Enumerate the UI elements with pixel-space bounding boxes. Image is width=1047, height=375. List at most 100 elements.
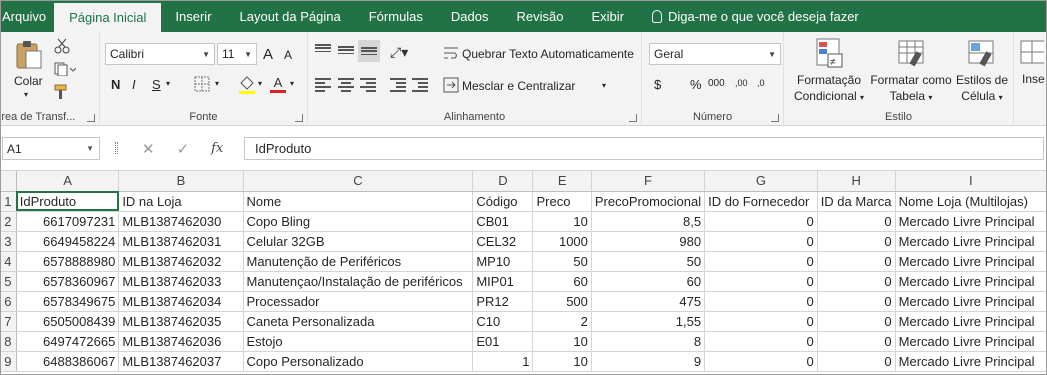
enter-icon[interactable]: ✓ xyxy=(177,140,190,158)
cell[interactable]: Nome Loja (Multilojas) xyxy=(895,191,1047,212)
cell[interactable]: 0 xyxy=(817,251,896,272)
cell[interactable]: 6578349675 xyxy=(16,291,120,312)
cell[interactable]: E01 xyxy=(472,331,534,352)
cell[interactable]: 50 xyxy=(591,251,706,272)
cell[interactable]: MLB1387462033 xyxy=(118,271,244,292)
orientation-button[interactable]: ⤢▾ xyxy=(390,44,408,61)
conditional-formatting-button[interactable]: Formatação Condicional ▾ xyxy=(784,72,874,106)
cell[interactable]: 6497472665 xyxy=(16,331,120,352)
tab-arquivo[interactable]: Arquivo xyxy=(0,0,54,32)
cell[interactable]: 2 xyxy=(532,311,592,332)
row-header[interactable]: 9 xyxy=(0,351,17,372)
cell[interactable]: PR12 xyxy=(472,291,534,312)
cell[interactable]: MLB1387462030 xyxy=(118,211,244,232)
percent-button[interactable]: % xyxy=(690,77,702,92)
cell[interactable]: 0 xyxy=(817,271,896,292)
cell-styles-button[interactable]: Estilos de Célula ▾ xyxy=(944,72,1020,106)
row-header[interactable]: 4 xyxy=(0,251,17,272)
align-middle-button[interactable] xyxy=(338,46,354,54)
cell[interactable]: Nome xyxy=(243,191,474,212)
column-header-c[interactable]: C xyxy=(243,171,474,192)
tab-layout-da-pagina[interactable]: Layout da Página xyxy=(226,0,355,32)
row-header[interactable]: 8 xyxy=(0,331,17,352)
cell[interactable]: MLB1387462035 xyxy=(118,311,244,332)
formula-bar-grip[interactable] xyxy=(115,142,118,154)
cell[interactable]: 1,55 xyxy=(591,311,706,332)
cell[interactable]: 0 xyxy=(704,271,818,292)
cell[interactable]: 6578360967 xyxy=(16,271,120,292)
cell[interactable]: Manutenção de Periféricos xyxy=(243,251,474,272)
name-box[interactable]: A1 ▼ xyxy=(2,137,100,160)
cell[interactable]: 8 xyxy=(591,331,706,352)
column-header-d[interactable]: D xyxy=(472,171,534,192)
wrap-text-button[interactable] xyxy=(443,46,459,60)
cell[interactable]: 0 xyxy=(817,351,896,372)
cell[interactable]: 50 xyxy=(532,251,592,272)
cell[interactable]: PrecoPromocional xyxy=(591,191,706,212)
cell[interactable]: MP10 xyxy=(472,251,534,272)
shrink-font-button[interactable]: A xyxy=(284,48,292,62)
cell[interactable]: 0 xyxy=(704,351,818,372)
wrap-text-label[interactable]: Quebrar Texto Automaticamente xyxy=(462,47,634,61)
cell[interactable]: 0 xyxy=(704,251,818,272)
cell[interactable]: Manutençao/Instalação de periféricos xyxy=(243,271,474,292)
cell[interactable]: 0 xyxy=(817,231,896,252)
cell[interactable]: Mercado Livre Principal xyxy=(895,291,1047,312)
cell[interactable]: 6649458224 xyxy=(16,231,120,252)
cell[interactable]: MLB1387462031 xyxy=(118,231,244,252)
align-right-button[interactable] xyxy=(360,78,376,92)
cell[interactable]: Celular 32GB xyxy=(243,231,474,252)
cell[interactable]: MIP01 xyxy=(472,271,534,292)
cell[interactable]: 6617097231 xyxy=(16,211,120,232)
paste-button[interactable] xyxy=(14,40,44,70)
insert-button[interactable]: Inse xyxy=(1022,72,1045,86)
cell[interactable]: Mercado Livre Principal xyxy=(895,311,1047,332)
cell[interactable]: MLB1387462037 xyxy=(118,351,244,372)
decrease-indent-button[interactable] xyxy=(390,78,406,92)
cell[interactable]: 6578888980 xyxy=(16,251,120,272)
tab-dados[interactable]: Dados xyxy=(437,0,503,32)
cell[interactable]: 1000 xyxy=(532,231,592,252)
column-header-e[interactable]: E xyxy=(532,171,592,192)
cell[interactable]: ID na Loja xyxy=(118,191,244,212)
tab-inserir[interactable]: Inserir xyxy=(161,0,225,32)
cell[interactable]: Mercado Livre Principal xyxy=(895,331,1047,352)
merge-button[interactable] xyxy=(443,77,459,93)
cell[interactable]: 60 xyxy=(591,271,706,292)
tab-formulas[interactable]: Fórmulas xyxy=(355,0,437,32)
clipboard-launcher-icon[interactable] xyxy=(87,114,95,122)
increase-decimal-button[interactable]: ,00 xyxy=(735,78,748,88)
cell[interactable]: 1 xyxy=(472,351,534,372)
cell[interactable]: Mercado Livre Principal xyxy=(895,271,1047,292)
cell[interactable]: 10 xyxy=(532,351,592,372)
underline-button[interactable]: S xyxy=(152,77,161,92)
align-bottom-button[interactable] xyxy=(358,40,380,62)
cell[interactable]: 60 xyxy=(532,271,592,292)
cell[interactable]: 500 xyxy=(532,291,592,312)
tab-pagina-inicial[interactable]: Página Inicial xyxy=(54,3,162,32)
font-size-select[interactable]: 11 ▼ xyxy=(217,43,257,65)
row-header[interactable]: 3 xyxy=(0,231,17,252)
cell[interactable]: 10 xyxy=(532,331,592,352)
row-header[interactable]: 1 xyxy=(0,191,17,212)
cell[interactable]: 0 xyxy=(704,311,818,332)
font-color-button[interactable]: A xyxy=(270,75,286,93)
cell[interactable]: Mercado Livre Principal xyxy=(895,251,1047,272)
chevron-down-icon[interactable]: ▾ xyxy=(166,79,170,88)
row-header[interactable]: 2 xyxy=(0,211,17,232)
cell[interactable]: ID do Fornecedor xyxy=(704,191,818,212)
column-header-h[interactable]: H xyxy=(817,171,896,192)
tab-exibir[interactable]: Exibir xyxy=(577,0,638,32)
cell[interactable]: C10 xyxy=(472,311,534,332)
cell[interactable]: Mercado Livre Principal xyxy=(895,351,1047,372)
cell[interactable]: 475 xyxy=(591,291,706,312)
number-format-select[interactable]: Geral ▼ xyxy=(649,43,781,65)
cell[interactable]: 980 xyxy=(591,231,706,252)
cell[interactable]: 0 xyxy=(704,291,818,312)
column-header-a[interactable]: A xyxy=(16,171,120,192)
cell[interactable]: CB01 xyxy=(472,211,534,232)
font-name-select[interactable]: Calibri ▼ xyxy=(105,43,215,65)
cell[interactable]: Caneta Personalizada xyxy=(243,311,474,332)
copy-button[interactable] xyxy=(54,62,77,79)
align-left-button[interactable] xyxy=(315,78,331,92)
